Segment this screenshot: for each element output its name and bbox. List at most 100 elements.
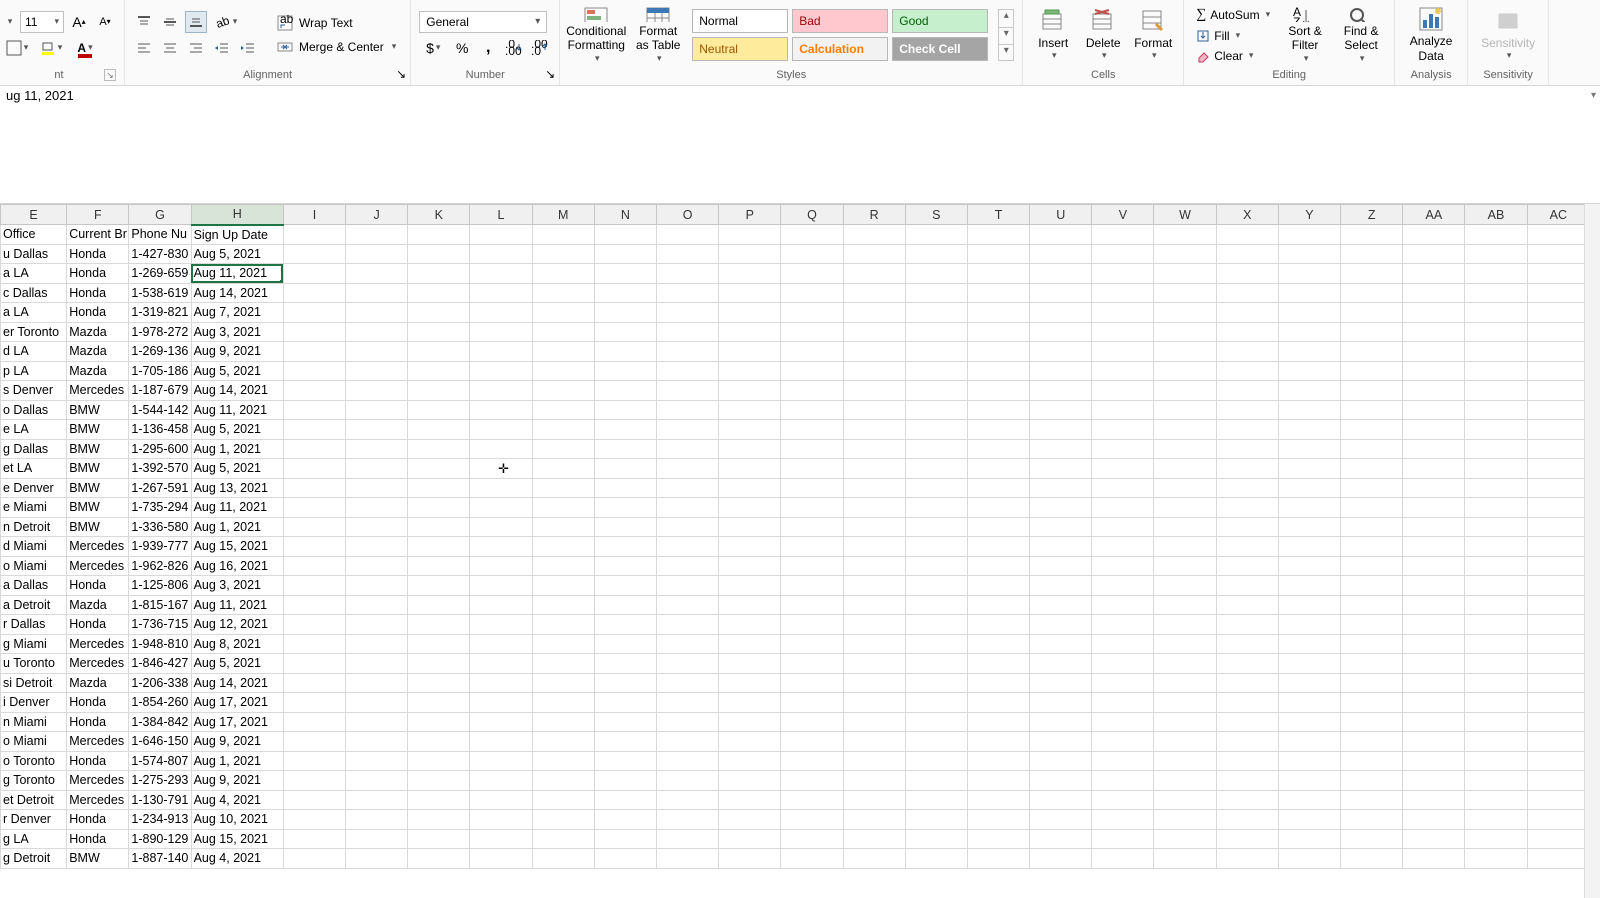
cell[interactable] xyxy=(1216,751,1278,771)
cell[interactable] xyxy=(1278,556,1340,576)
cell[interactable] xyxy=(594,790,656,810)
align-center-button[interactable] xyxy=(159,37,181,59)
cell[interactable] xyxy=(408,225,470,245)
cell[interactable] xyxy=(967,381,1029,401)
cell[interactable] xyxy=(1527,751,1584,771)
cell[interactable] xyxy=(470,381,532,401)
cell[interactable] xyxy=(1216,829,1278,849)
cell[interactable] xyxy=(1030,790,1092,810)
cell[interactable] xyxy=(656,498,718,518)
cell[interactable] xyxy=(532,225,594,245)
cell[interactable] xyxy=(967,693,1029,713)
cell[interactable] xyxy=(1092,751,1154,771)
cell[interactable]: Aug 10, 2021 xyxy=(191,810,283,830)
cell[interactable] xyxy=(408,459,470,479)
cell[interactable] xyxy=(1527,244,1584,264)
cell[interactable] xyxy=(781,244,843,264)
cell[interactable] xyxy=(843,634,905,654)
cell[interactable]: 1-295-600 xyxy=(129,439,191,459)
cell[interactable] xyxy=(1030,322,1092,342)
cell[interactable] xyxy=(1341,244,1403,264)
cell[interactable] xyxy=(719,673,781,693)
cell[interactable] xyxy=(905,537,967,557)
cell[interactable] xyxy=(1154,673,1216,693)
cell[interactable] xyxy=(283,595,345,615)
cell[interactable] xyxy=(1278,771,1340,791)
cell[interactable] xyxy=(1465,283,1527,303)
cell[interactable] xyxy=(1527,790,1584,810)
cell[interactable] xyxy=(905,556,967,576)
increase-indent-button[interactable] xyxy=(237,37,259,59)
column-header[interactable]: L xyxy=(470,205,532,225)
cell[interactable]: a Detroit xyxy=(1,595,67,615)
cell[interactable] xyxy=(843,576,905,596)
cell[interactable] xyxy=(1527,420,1584,440)
column-header[interactable]: N xyxy=(594,205,656,225)
cell[interactable] xyxy=(594,634,656,654)
cell[interactable] xyxy=(1030,732,1092,752)
cell[interactable]: BMW xyxy=(67,459,129,479)
cell[interactable]: et LA xyxy=(1,459,67,479)
cell[interactable] xyxy=(781,381,843,401)
cell[interactable] xyxy=(1154,498,1216,518)
cell[interactable] xyxy=(1403,225,1465,245)
cell[interactable]: BMW xyxy=(67,478,129,498)
cell[interactable] xyxy=(1154,829,1216,849)
column-header[interactable]: U xyxy=(1030,205,1092,225)
cell[interactable] xyxy=(1341,810,1403,830)
cell[interactable] xyxy=(408,595,470,615)
cell[interactable] xyxy=(346,576,408,596)
cell[interactable] xyxy=(1341,732,1403,752)
cell[interactable] xyxy=(719,244,781,264)
cell[interactable] xyxy=(843,381,905,401)
cell[interactable] xyxy=(967,322,1029,342)
cell[interactable]: Honda xyxy=(67,712,129,732)
cell[interactable]: Aug 14, 2021 xyxy=(191,381,283,401)
cell[interactable]: 1-646-150 xyxy=(129,732,191,752)
style-good[interactable]: Good xyxy=(892,9,988,33)
cell[interactable]: 1-846-427 xyxy=(129,654,191,674)
cell[interactable] xyxy=(470,225,532,245)
cell[interactable] xyxy=(1030,303,1092,323)
cell[interactable] xyxy=(843,673,905,693)
cell[interactable] xyxy=(781,342,843,362)
cell[interactable] xyxy=(1278,381,1340,401)
cell[interactable] xyxy=(843,322,905,342)
cell[interactable] xyxy=(1092,829,1154,849)
cell[interactable] xyxy=(1341,849,1403,869)
cell[interactable] xyxy=(967,303,1029,323)
cell[interactable] xyxy=(1278,615,1340,635)
cell[interactable] xyxy=(1092,556,1154,576)
cell[interactable] xyxy=(905,829,967,849)
cell[interactable] xyxy=(843,303,905,323)
cell[interactable] xyxy=(408,537,470,557)
cell[interactable] xyxy=(1092,771,1154,791)
cell[interactable] xyxy=(905,634,967,654)
cell[interactable]: Aug 3, 2021 xyxy=(191,322,283,342)
cell[interactable] xyxy=(656,420,718,440)
cell[interactable]: g Dallas xyxy=(1,439,67,459)
cell[interactable] xyxy=(1216,439,1278,459)
cell[interactable] xyxy=(1403,576,1465,596)
cell[interactable] xyxy=(1092,849,1154,869)
cell[interactable] xyxy=(781,439,843,459)
cell[interactable] xyxy=(656,342,718,362)
cell[interactable]: 1-267-591 xyxy=(129,478,191,498)
column-header[interactable]: Z xyxy=(1341,205,1403,225)
cell[interactable] xyxy=(1216,693,1278,713)
cell[interactable] xyxy=(1465,498,1527,518)
cell[interactable] xyxy=(967,498,1029,518)
cell[interactable] xyxy=(408,693,470,713)
cell[interactable] xyxy=(1216,849,1278,869)
cell[interactable] xyxy=(1216,225,1278,245)
cell[interactable]: Aug 11, 2021 xyxy=(191,264,283,284)
cell[interactable]: o Dallas xyxy=(1,400,67,420)
cell[interactable] xyxy=(470,361,532,381)
cell[interactable] xyxy=(346,673,408,693)
cell[interactable] xyxy=(283,654,345,674)
cell[interactable]: o Miami xyxy=(1,556,67,576)
cell[interactable] xyxy=(532,615,594,635)
cell[interactable] xyxy=(532,264,594,284)
cell[interactable] xyxy=(781,810,843,830)
cell[interactable] xyxy=(656,361,718,381)
